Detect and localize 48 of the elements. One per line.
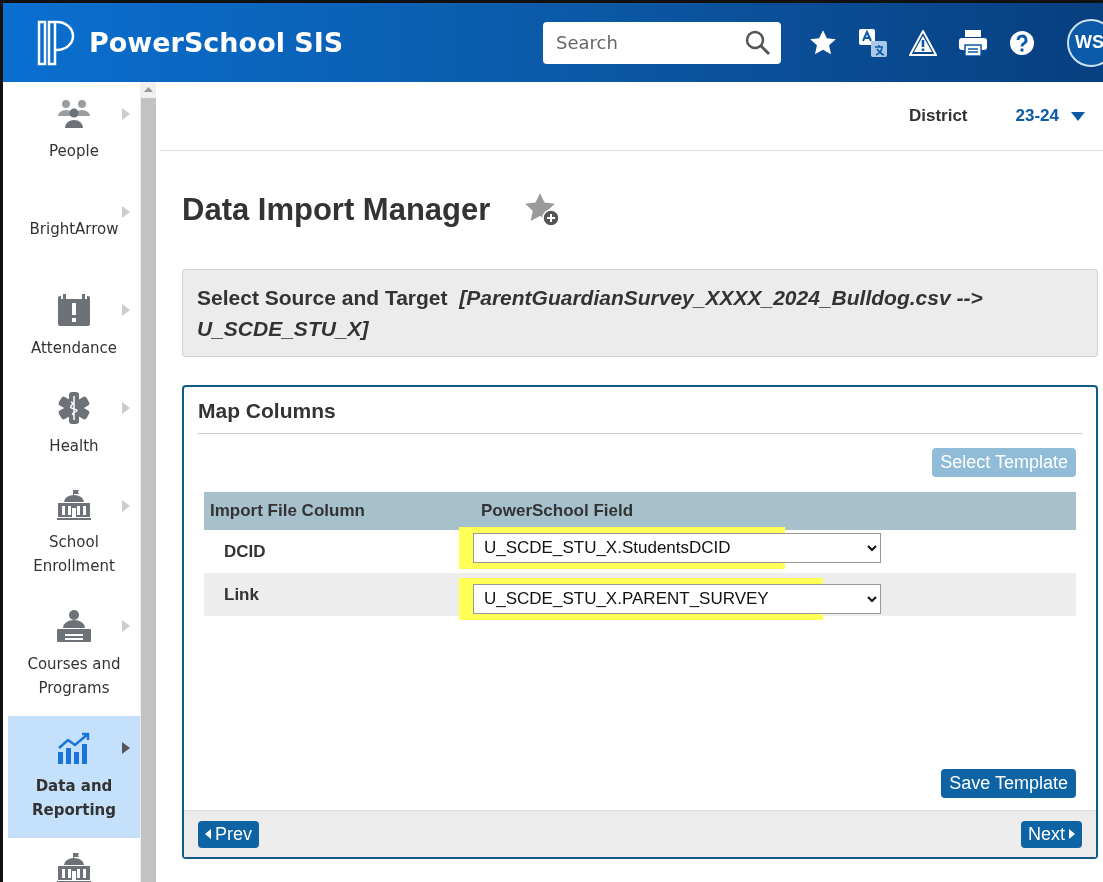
caret-icon <box>122 500 130 512</box>
print-icon[interactable] <box>959 29 987 56</box>
column-header: PowerSchool Field <box>480 501 635 521</box>
left-caret-icon <box>205 829 211 839</box>
sidebar-item[interactable]: Attendance <box>8 278 140 376</box>
caret-icon <box>1071 111 1085 121</box>
sidebar-item[interactable]: Courses and Programs <box>8 594 140 716</box>
sidebar-item[interactable]: People <box>8 82 140 180</box>
logo-icon <box>37 19 75 66</box>
caret-icon <box>122 206 130 218</box>
warning-icon[interactable] <box>909 29 937 56</box>
next-button[interactable]: Next <box>1021 820 1082 848</box>
save-template-button[interactable]: Save Template <box>941 769 1076 798</box>
people-icon <box>57 99 91 129</box>
caret-icon <box>122 620 130 632</box>
caret-icon <box>122 108 130 120</box>
sidebar-item[interactable]: School Enrollment <box>8 474 140 594</box>
help-icon[interactable] <box>1009 29 1035 56</box>
term-dropdown[interactable]: 23-24 <box>1015 106 1085 126</box>
table-cell-text: DCID <box>223 541 267 562</box>
medical-star-icon <box>57 392 91 424</box>
user-avatar[interactable]: WS <box>1067 18 1103 67</box>
teacher-desk-icon <box>57 610 91 642</box>
panel-title: Map Columns <box>198 387 1082 434</box>
sidebar-item[interactable]: Health <box>8 376 140 474</box>
scrollbar[interactable] <box>140 82 156 882</box>
prev-button[interactable]: Prev <box>198 820 259 848</box>
page-title: Data Import Manager <box>182 192 491 228</box>
translate-icon[interactable] <box>859 28 887 57</box>
table-cell-text: Link <box>223 584 260 605</box>
field-select[interactable]: U_SCDE_STU_X.StudentsDCID <box>473 532 881 563</box>
search-icon[interactable] <box>745 29 771 56</box>
column-header: Import File Column <box>209 501 366 521</box>
calendar-alert-icon <box>58 294 90 326</box>
caret-icon <box>122 304 130 316</box>
caret-icon <box>122 742 130 754</box>
app-title: PowerSchool SIS <box>89 27 344 58</box>
search-field[interactable]: Search <box>543 21 781 64</box>
sidebar-item[interactable]: Data and Reporting <box>8 716 140 838</box>
star-icon[interactable] <box>809 28 837 57</box>
right-caret-icon <box>1069 829 1075 839</box>
school-building-icon <box>57 490 91 520</box>
caret-icon <box>122 402 130 414</box>
source-target-heading: Select Source and Target [ParentGuardianSurvey_XXXX_2024_Bulldog.csv --> U_SCDE_STU_X] <box>182 269 1098 357</box>
scope-label: District <box>908 106 968 126</box>
field-select[interactable]: U_SCDE_STU_X.PARENT_SURVEY <box>473 583 881 614</box>
sidebar-item[interactable]: BrightArrow <box>8 180 140 278</box>
chart-icon <box>57 732 91 764</box>
